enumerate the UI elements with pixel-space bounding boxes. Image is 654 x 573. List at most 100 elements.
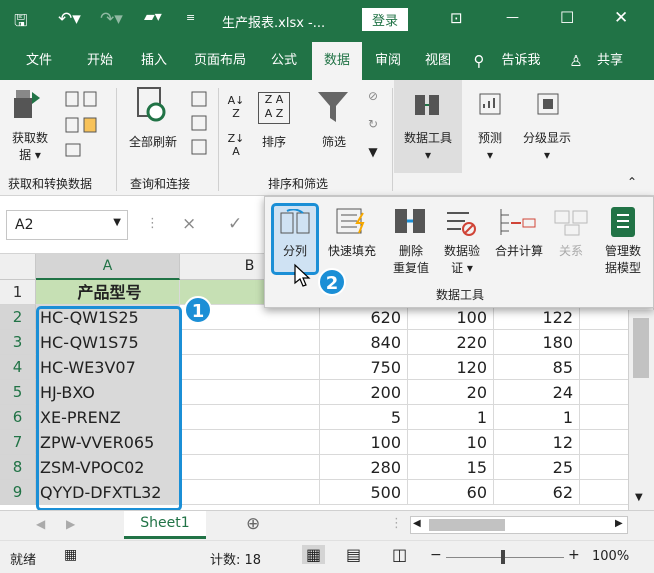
row-header[interactable]: 5: [0, 380, 36, 405]
tab-view[interactable]: 视图: [416, 42, 460, 80]
cell[interactable]: 120: [408, 355, 494, 380]
open-folder-icon[interactable]: ▰▾: [144, 9, 162, 25]
cell[interactable]: [180, 330, 320, 355]
ribbon-display-icon[interactable]: ⊡: [450, 9, 463, 27]
manage-data-model-icon[interactable]: [607, 205, 639, 239]
tab-page-layout[interactable]: 页面布局: [186, 42, 254, 80]
row-header[interactable]: 6: [0, 405, 36, 430]
row-header[interactable]: 3: [0, 330, 36, 355]
enter-check-icon[interactable]: ✓: [228, 214, 242, 234]
redo-icon[interactable]: ↷▾: [100, 9, 123, 29]
page-layout-view-icon[interactable]: ▤: [346, 545, 361, 564]
cell[interactable]: 62: [494, 480, 580, 505]
hscroll-right-icon[interactable]: ▶: [615, 518, 623, 529]
cell[interactable]: 12: [494, 430, 580, 455]
row-header[interactable]: 9: [0, 480, 36, 505]
cell[interactable]: [180, 480, 320, 505]
cell[interactable]: 180: [494, 330, 580, 355]
data-tools-button[interactable]: 数据工具 ▾: [396, 130, 460, 164]
tab-file[interactable]: 文件: [18, 42, 60, 80]
cell[interactable]: 85: [494, 355, 580, 380]
zoom-in-icon[interactable]: +: [568, 547, 580, 563]
cell[interactable]: 60: [408, 480, 494, 505]
cell[interactable]: 200: [320, 380, 408, 405]
outline-button[interactable]: 分级显示 ▾: [514, 130, 580, 164]
manage-data-model-label[interactable]: 管理数 据模型: [595, 243, 651, 277]
column-header-a[interactable]: A: [36, 254, 180, 280]
zoom-level[interactable]: 100%: [592, 549, 629, 564]
macro-record-icon[interactable]: ▦: [64, 547, 77, 563]
tab-data[interactable]: 数据: [312, 42, 362, 80]
cell[interactable]: 25: [494, 455, 580, 480]
cell[interactable]: 20: [408, 380, 494, 405]
collapse-ribbon-icon[interactable]: ⌃: [624, 174, 640, 191]
tab-home[interactable]: 开始: [78, 42, 122, 80]
forecast-button[interactable]: 预测 ▾: [470, 130, 510, 164]
cell[interactable]: [180, 380, 320, 405]
cancel-entry-icon[interactable]: ×: [182, 214, 196, 234]
remove-duplicates-icon[interactable]: [393, 205, 429, 237]
horizontal-scrollbar[interactable]: ◀ ▶: [410, 516, 628, 534]
cell[interactable]: 15: [408, 455, 494, 480]
row-header[interactable]: 8: [0, 455, 36, 480]
undo-icon[interactable]: ↶▾: [58, 9, 81, 29]
save-icon[interactable]: 🖫: [14, 10, 28, 37]
cell[interactable]: 750: [320, 355, 408, 380]
row-header[interactable]: 2: [0, 305, 36, 330]
login-button[interactable]: 登录: [362, 8, 409, 31]
name-box-dropdown-icon[interactable]: ▼: [113, 217, 121, 228]
cell[interactable]: 5: [320, 405, 408, 430]
zoom-slider-track[interactable]: [446, 557, 564, 558]
clear-filter-icon[interactable]: ⊘: [362, 88, 384, 105]
customize-qat-icon[interactable]: ≡: [186, 11, 195, 24]
row-header[interactable]: 1: [0, 280, 36, 305]
cell[interactable]: 220: [408, 330, 494, 355]
cell[interactable]: 620: [320, 305, 408, 330]
share-button[interactable]: 共享: [590, 42, 630, 80]
row-header[interactable]: 7: [0, 430, 36, 455]
sort-descending-icon[interactable]: Z↓ A: [226, 132, 246, 158]
tab-scroll-left-icon[interactable]: ◀: [36, 517, 45, 531]
cell[interactable]: 100: [408, 305, 494, 330]
cell[interactable]: 10: [408, 430, 494, 455]
maximize-icon[interactable]: ☐: [560, 8, 574, 27]
cell[interactable]: [180, 430, 320, 455]
consolidate-label[interactable]: 合并计算: [489, 243, 549, 260]
cell[interactable]: 1: [408, 405, 494, 430]
select-all-corner[interactable]: [0, 254, 36, 280]
minimize-icon[interactable]: —: [506, 10, 519, 25]
tab-insert[interactable]: 插入: [132, 42, 176, 80]
close-icon[interactable]: ✕: [614, 8, 628, 28]
header-cell[interactable]: 产品型号: [36, 280, 180, 305]
cell[interactable]: 122: [494, 305, 580, 330]
query-small-icons[interactable]: [64, 88, 104, 158]
flash-fill-label[interactable]: 快速填充: [319, 243, 385, 260]
sheet-tab-sheet1[interactable]: Sheet1: [124, 511, 206, 539]
hscroll-left-icon[interactable]: ◀: [413, 518, 421, 529]
advanced-filter-icon[interactable]: ▼: [362, 144, 384, 161]
reapply-filter-icon[interactable]: ↻: [362, 116, 384, 133]
hscroll-thumb[interactable]: [429, 519, 505, 531]
filter-button[interactable]: 筛选: [316, 134, 352, 151]
row-header[interactable]: 4: [0, 355, 36, 380]
tab-review[interactable]: 审阅: [366, 42, 410, 80]
sort-ascending-icon[interactable]: A↓ Z: [226, 94, 246, 120]
consolidate-icon[interactable]: [497, 207, 537, 237]
zoom-slider-thumb[interactable]: [501, 550, 505, 564]
scroll-down-icon[interactable]: ▼: [635, 492, 643, 503]
cell[interactable]: 840: [320, 330, 408, 355]
tab-split-grip-icon[interactable]: ⋮: [390, 516, 403, 531]
cell[interactable]: 1: [494, 405, 580, 430]
vertical-scrollbar[interactable]: ▼: [628, 310, 654, 510]
tab-formulas[interactable]: 公式: [262, 42, 306, 80]
normal-view-icon[interactable]: ▦: [302, 545, 326, 564]
refresh-all-button[interactable]: 全部刷新: [122, 134, 184, 151]
cell[interactable]: 500: [320, 480, 408, 505]
cell[interactable]: [180, 455, 320, 480]
tab-scroll-right-icon[interactable]: ▶: [66, 517, 75, 531]
cell[interactable]: 24: [494, 380, 580, 405]
flash-fill-icon[interactable]: [335, 207, 371, 237]
data-validation-icon[interactable]: [445, 207, 479, 237]
vertical-scroll-thumb[interactable]: [633, 318, 649, 378]
query-properties-icons[interactable]: [190, 90, 210, 160]
